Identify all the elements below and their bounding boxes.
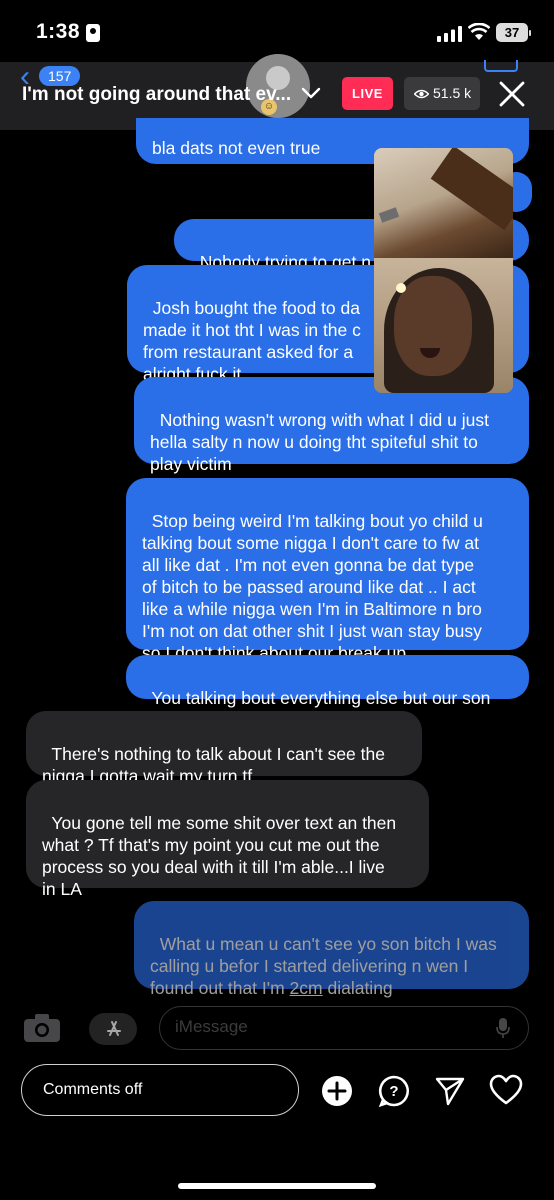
send-icon[interactable] — [434, 1075, 466, 1107]
status-time: 1:38 — [36, 20, 81, 43]
imessage-placeholder: iMessage — [175, 1017, 248, 1036]
heart-icon[interactable] — [489, 1074, 523, 1106]
microphone-icon[interactable] — [496, 1017, 510, 1039]
video-call-icon[interactable] — [484, 60, 518, 72]
wifi-icon — [468, 23, 490, 40]
app-store-icon — [107, 1021, 121, 1036]
message-bubble-outgoing: You talking bout everything else but our… — [126, 655, 529, 708]
live-video-inset[interactable] — [374, 148, 513, 393]
live-badge: LIVE — [342, 77, 393, 110]
message-bubble-outgoing: What u mean u can't see yo son bitch I w… — [134, 901, 529, 998]
svg-text:?: ? — [389, 1083, 398, 1100]
video-person-face — [394, 276, 472, 376]
comment-label: Comments off — [43, 1081, 143, 1098]
message-bubble-outgoing: Stop being weird I'm talking bout yo chi… — [126, 478, 529, 663]
add-icon[interactable] — [321, 1075, 353, 1107]
message-bubble-incoming: You gone tell me some shit over text an … — [26, 780, 429, 899]
question-icon[interactable]: ? — [378, 1075, 410, 1107]
cellular-signal-icon — [437, 26, 462, 42]
message-bubble-incoming: There's nothing to talk about I can't se… — [26, 711, 422, 786]
home-indicator — [178, 1183, 376, 1189]
contact-card-icon — [86, 24, 100, 42]
viewer-count: 51.5 k — [433, 85, 472, 101]
eye-icon — [414, 89, 429, 99]
camera-icon[interactable] — [22, 1012, 62, 1044]
close-icon[interactable] — [498, 80, 526, 108]
unread-count-badge: 157 — [39, 66, 81, 86]
message-link[interactable]: 2cm — [290, 978, 323, 998]
video-light — [396, 283, 406, 293]
battery-icon: 37 — [496, 23, 531, 42]
live-title[interactable]: I'm not going around that ev... — [22, 84, 297, 106]
chevron-down-icon[interactable] — [300, 84, 322, 102]
